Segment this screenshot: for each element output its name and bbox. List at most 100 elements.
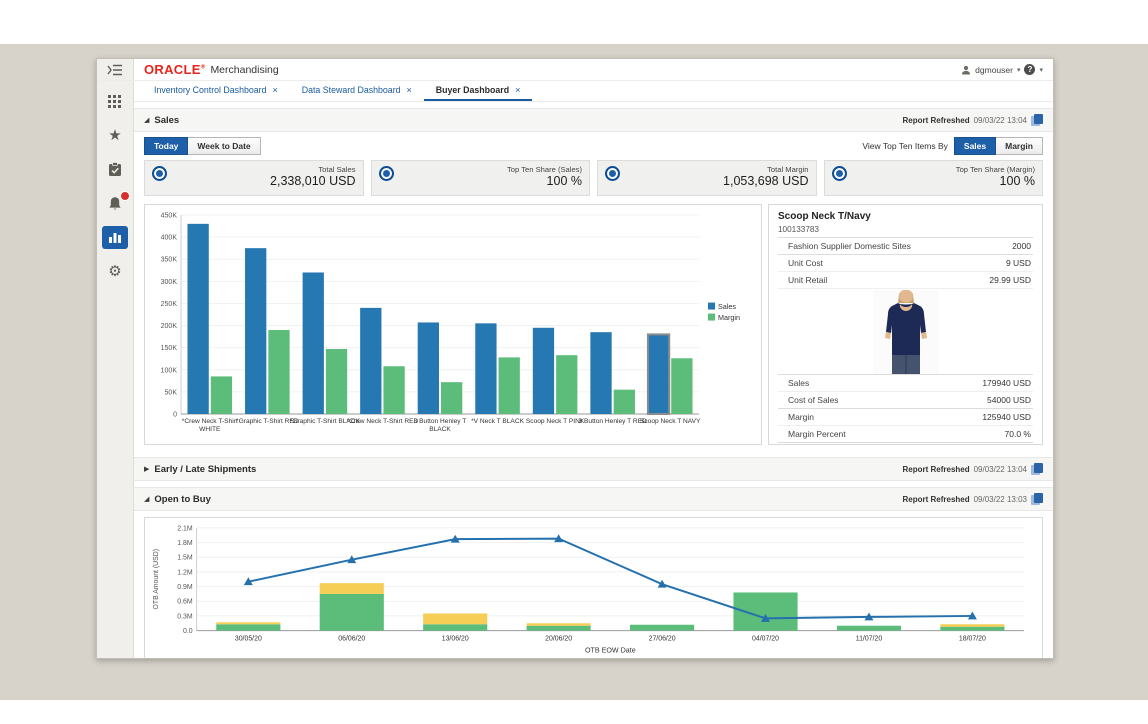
tile-total-sales: Total Sales 2,338,010 USD [144,160,364,196]
svg-text:0.0: 0.0 [183,628,193,635]
merchandising-window: ORACLE® Merchandising dgmouser ▾ ? ▾ [96,58,1054,659]
metric-dot-icon [832,166,847,181]
sidebar: ★ [97,81,134,658]
svg-text:2.1M: 2.1M [177,525,193,532]
product-supplier-row: Fashion Supplier Domestic Sites 2000 [778,237,1033,255]
week-to-date-button[interactable]: Week to Date [188,137,260,155]
svg-text:06/06/20: 06/06/20 [338,635,365,642]
svg-text:30/05/20: 30/05/20 [235,635,262,642]
app-title: Merchandising [210,64,278,76]
clipboard-icon [108,162,122,177]
report-refreshed-time: 09/03/22 13:03 [974,495,1027,504]
product-unit-retail-row: Unit Retail 29.99 USD [778,272,1033,289]
refresh-report-icon[interactable] [1031,493,1043,505]
sales-section-title: Sales [154,115,179,126]
sales-section-header: ◢ Sales Report Refreshed 09/03/22 13:04 [134,108,1053,132]
sidebar-item-reports[interactable] [102,226,128,249]
svg-text:Margin: Margin [718,313,740,322]
collapse-sales-icon[interactable]: ◢ [144,116,149,124]
report-refreshed-label: Report Refreshed [902,495,969,504]
svg-text:200K: 200K [161,323,178,330]
today-button[interactable]: Today [144,137,188,155]
tab-close-icon[interactable]: × [272,85,277,95]
tile-value: 1,053,698 USD [723,174,808,188]
report-refreshed-label: Report Refreshed [902,116,969,125]
tab-inventory-control-dashboard[interactable]: Inventory Control Dashboard × [142,81,290,101]
tab-close-icon[interactable]: × [515,85,520,95]
svg-text:BLACK: BLACK [429,426,451,433]
expand-shipments-icon[interactable]: ▶ [144,465,149,473]
open-to-buy-chart[interactable]: 0.00.3M0.6M0.9M1.2M1.5M1.8M2.1M30/05/200… [144,517,1043,658]
product-sales-row: Sales 179940 USD [778,374,1033,392]
sidebar-item-settings[interactable]: ⚙ [102,260,128,283]
refresh-report-icon[interactable] [1031,463,1043,475]
product-image [778,289,1033,375]
svg-text:300K: 300K [161,279,178,286]
user-caret-icon[interactable]: ▾ [1017,66,1021,74]
svg-text:04/07/20: 04/07/20 [752,635,779,642]
svg-text:0.6M: 0.6M [177,599,193,606]
oracle-logo: ORACLE® [144,62,205,77]
svg-text:0.3M: 0.3M [177,613,193,620]
username-menu[interactable]: dgmouser [975,65,1013,75]
collapse-otb-icon[interactable]: ◢ [144,495,149,503]
dashboard-tabbar: Inventory Control Dashboard × Data Stewa… [134,81,1053,102]
svg-text:WHITE: WHITE [199,426,221,433]
help-caret-icon[interactable]: ▾ [1039,66,1043,74]
svg-text:3 Button Henley T RED: 3 Button Henley T RED [579,418,648,425]
svg-text:1.8M: 1.8M [177,540,193,547]
svg-text:50K: 50K [165,389,178,396]
shipments-section-title: Early / Late Shipments [154,464,256,475]
bar-chart-icon [108,231,122,244]
sidebar-item-notifications[interactable] [102,192,128,215]
svg-text:0.9M: 0.9M [177,584,193,591]
product-unit-cost-row: Unit Cost 9 USD [778,254,1033,272]
product-margin-row: Margin 125940 USD [778,408,1033,426]
tab-data-steward-dashboard[interactable]: Data Steward Dashboard × [290,81,424,101]
drawer-menu-icon [107,64,123,76]
tile-label: Total Margin [723,165,808,174]
svg-text:*Crew Neck T-Shirt: *Crew Neck T-Shirt [182,418,238,425]
sidebar-item-favorites[interactable]: ★ [102,124,128,147]
tab-close-icon[interactable]: × [407,85,412,95]
svg-text:100K: 100K [161,367,178,374]
svg-text:Scoop Neck T NAVY: Scoop Neck T NAVY [640,418,701,425]
tile-label: Total Sales [270,165,355,174]
svg-text:250K: 250K [161,301,178,308]
svg-text:350K: 350K [161,257,178,264]
tile-top-ten-share-margin: Top Ten Share (Margin) 100 % [824,160,1044,196]
svg-text:13/06/20: 13/06/20 [442,635,469,642]
product-cost-of-sales-row: Cost of Sales 54000 USD [778,392,1033,409]
tab-label: Inventory Control Dashboard [154,85,266,95]
svg-text:3 Button Henley T: 3 Button Henley T [414,418,467,425]
tile-value: 2,338,010 USD [270,174,355,188]
sidebar-item-apps[interactable] [102,90,128,113]
main-content: Inventory Control Dashboard × Data Stewa… [134,81,1053,658]
svg-text:OTB Amount (USD): OTB Amount (USD) [153,549,160,609]
otb-section-title: Open to Buy [154,494,210,505]
help-icon[interactable]: ? [1024,64,1035,75]
svg-text:1.2M: 1.2M [177,569,193,576]
view-by-margin-button[interactable]: Margin [996,137,1043,155]
product-title: Scoop Neck T/Navy [778,211,1033,222]
drawer-toggle-button[interactable] [97,59,134,80]
metric-dot-icon [379,166,394,181]
metric-dot-icon [605,166,620,181]
product-detail-card: Scoop Neck T/Navy 100133783 Fashion Supp… [768,204,1043,445]
svg-text:Sales: Sales [718,302,736,311]
svg-text:27/06/20: 27/06/20 [649,635,676,642]
tile-label: Top Ten Share (Margin) [956,165,1035,174]
svg-text:*V Neck T BLACK: *V Neck T BLACK [471,418,524,425]
metric-tiles: Total Sales 2,338,010 USD Top Ten Share … [134,159,1053,204]
view-by-sales-button[interactable]: Sales [954,137,996,155]
tab-buyer-dashboard[interactable]: Buyer Dashboard × [424,81,533,101]
tile-label: Top Ten Share (Sales) [507,165,582,174]
app-header: ORACLE® Merchandising dgmouser ▾ ? ▾ [97,59,1053,81]
product-margin-percent-row: Margin Percent 70.0 % [778,426,1033,443]
sidebar-item-tasks[interactable] [102,158,128,181]
refresh-report-icon[interactable] [1031,114,1043,126]
view-top-ten-label: View Top Ten Items By [862,141,948,151]
otb-section-header: ◢ Open to Buy Report Refreshed 09/03/22 … [134,487,1053,511]
metric-dot-icon [152,166,167,181]
sales-margin-bar-chart[interactable]: 050K100K150K200K250K300K350K400K450K*Cre… [144,204,762,445]
